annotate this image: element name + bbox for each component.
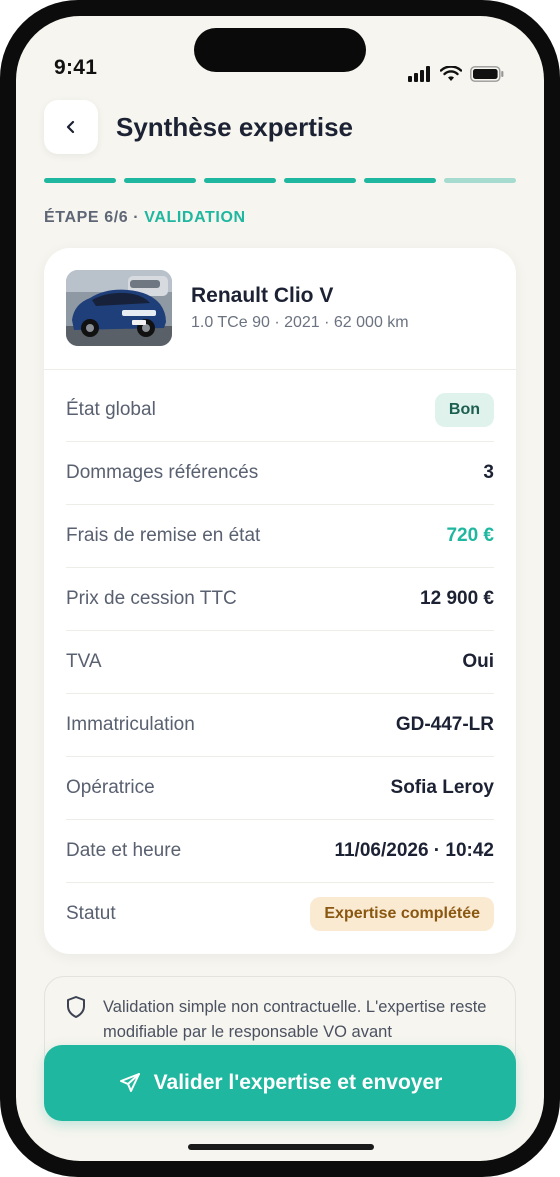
row-value: Oui <box>462 651 494 672</box>
progress-segment-current <box>444 178 516 183</box>
row-label: Opératrice <box>66 777 155 798</box>
row-etat-global: État global Bon <box>66 379 494 442</box>
validate-send-button[interactable]: Valider l'expertise et envoyer <box>44 1045 516 1121</box>
row-value: 11/06/2026 · 10:42 <box>334 840 494 861</box>
step-name: VALIDATION <box>144 209 246 226</box>
summary-card: Renault Clio V 1.0 TCe 90 · 2021 · 62 00… <box>44 248 516 954</box>
divider <box>44 369 516 370</box>
back-button[interactable] <box>44 100 98 154</box>
progress-segment <box>204 178 276 183</box>
row-frais: Frais de remise en état 720 € <box>66 505 494 568</box>
validate-send-label: Valider l'expertise et envoyer <box>153 1071 443 1094</box>
summary-list: État global Bon Dommages référencés 3 Fr… <box>66 379 494 945</box>
phone-frame: 9:41 Synthèse expertise ÉTAPE 6/6 · VALI… <box>0 0 560 1177</box>
progress-segment <box>284 178 356 183</box>
row-label: Frais de remise en état <box>66 525 261 546</box>
page-title: Synthèse expertise <box>116 112 354 142</box>
signal-icon <box>408 66 430 82</box>
step-progress <box>44 178 516 183</box>
vehicle-photo <box>66 270 172 346</box>
step-label: ÉTAPE 6/6 · VALIDATION <box>44 209 246 227</box>
vehicle-header: Renault Clio V 1.0 TCe 90 · 2021 · 62 00… <box>66 270 409 346</box>
row-label: Dommages référencés <box>66 462 259 483</box>
row-immatriculation: Immatriculation GD-447-LR <box>66 694 494 757</box>
status-icons <box>408 66 504 82</box>
row-label: TVA <box>66 651 102 672</box>
notice-text: Validation simple non contractuelle. L'e… <box>103 998 487 1041</box>
row-label: État global <box>66 399 156 420</box>
progress-segment <box>364 178 436 183</box>
row-value: 12 900 € <box>420 588 494 609</box>
row-date: Date et heure 11/06/2026 · 10:42 <box>66 820 494 883</box>
row-value: GD-447-LR <box>395 714 494 735</box>
row-operatrice: Opératrice Sofia Leroy <box>66 757 494 820</box>
status-time: 9:41 <box>54 56 98 79</box>
row-statut: Statut Expertise complétée <box>66 883 494 945</box>
shield-icon <box>67 996 85 1018</box>
dynamic-island <box>194 28 366 72</box>
home-indicator[interactable] <box>188 1144 374 1150</box>
condition-badge: Bon <box>434 393 494 427</box>
wifi-icon <box>440 66 462 81</box>
vehicle-name: Renault Clio V <box>191 284 334 307</box>
status-badge: Expertise complétée <box>310 897 494 931</box>
battery-icon <box>470 66 504 82</box>
row-value: 3 <box>483 462 494 483</box>
vehicle-details: 1.0 TCe 90 · 2021 · 62 000 km <box>191 314 409 331</box>
send-icon <box>119 1073 140 1092</box>
row-value: Sofia Leroy <box>390 777 494 798</box>
chevron-left-icon <box>66 120 75 134</box>
row-dommages: Dommages référencés 3 <box>66 442 494 505</box>
row-value: 720 € <box>446 525 494 546</box>
step-prefix: ÉTAPE 6/6 · <box>44 209 140 226</box>
progress-segment <box>44 178 116 183</box>
progress-segment <box>124 178 196 183</box>
app-screen: 9:41 Synthèse expertise ÉTAPE 6/6 · VALI… <box>16 16 544 1161</box>
row-label: Date et heure <box>66 840 182 861</box>
row-label: Prix de cession TTC <box>66 588 237 609</box>
row-label: Statut <box>66 903 116 924</box>
row-prix: Prix de cession TTC 12 900 € <box>66 568 494 631</box>
row-tva: TVA Oui <box>66 631 494 694</box>
row-label: Immatriculation <box>66 714 195 735</box>
